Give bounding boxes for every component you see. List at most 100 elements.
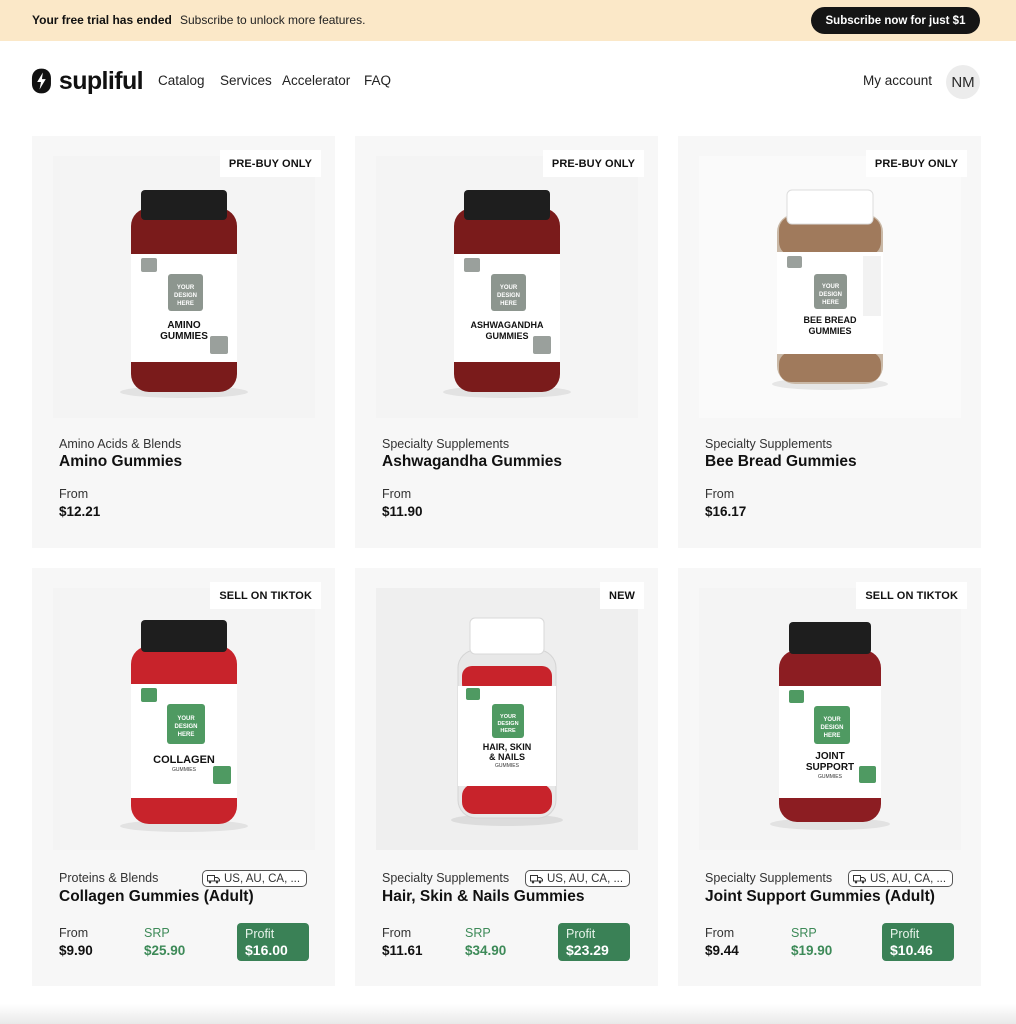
from-label: From [59, 926, 89, 940]
page-bottom-fade [0, 1004, 1016, 1024]
svg-text:YOUR: YOUR [823, 717, 841, 723]
product-category: Amino Acids & Blends [59, 437, 182, 451]
svg-text:DESIGN: DESIGN [820, 725, 843, 731]
profit-value: $16.00 [245, 942, 288, 958]
jar-label-line1: COLLAGEN [153, 754, 215, 766]
profit-value: $10.46 [890, 942, 933, 958]
product-image: YOUR DESIGN HERE JOINT SUPPORT GUMMIES [699, 588, 961, 850]
svg-text:DESIGN: DESIGN [174, 293, 197, 299]
svg-text:HERE: HERE [822, 300, 839, 306]
product-category: Specialty Supplements [382, 871, 510, 885]
product-badge: PRE-BUY ONLY [542, 150, 644, 177]
product-image: YOUR DESIGN HERE AMINO GUMMIES [53, 156, 315, 418]
product-name[interactable]: Collagen Gummies (Adult) [59, 888, 254, 906]
product-image: YOUR DESIGN HERE COLLAGEN GUMMIES [53, 588, 315, 850]
product-image: YOUR DESIGN HERE ASHWAGANDHA GUMMIES [376, 156, 638, 418]
svg-text:DESIGN: DESIGN [819, 292, 842, 298]
from-label: From [705, 926, 735, 940]
gummy-jar-icon: YOUR DESIGN HERE HAIR, SKIN & NAILS GUMM… [451, 617, 563, 826]
from-label: From [59, 487, 89, 501]
svg-text:YOUR: YOUR [177, 716, 195, 722]
product-category: Specialty Supplements [382, 437, 510, 451]
product-badge: NEW [600, 582, 644, 609]
profit-box: Profit $16.00 [237, 923, 309, 961]
svg-text:HERE: HERE [500, 301, 517, 307]
shipping-regions-text: US, AU, CA, ... [547, 872, 624, 885]
subscribe-button[interactable]: Subscribe now for just $1 [811, 7, 980, 34]
product-name[interactable]: Joint Support Gummies (Adult) [705, 888, 935, 906]
product-badge: PRE-BUY ONLY [219, 150, 321, 177]
trial-banner: Your free trial has ended Subscribe to u… [0, 0, 1016, 41]
svg-text:DESIGN: DESIGN [174, 724, 197, 730]
jar-label-line2: GUMMIES [160, 331, 208, 342]
nav-catalog[interactable]: Catalog [158, 73, 205, 88]
my-account-link[interactable]: My account [863, 73, 932, 88]
from-price: $11.90 [382, 504, 423, 519]
jar-label-line1: AMINO [167, 320, 201, 331]
product-name[interactable]: Bee Bread Gummies [705, 453, 857, 471]
svg-text:YOUR: YOUR [500, 714, 516, 720]
profit-label: Profit [890, 927, 920, 941]
from-label: From [705, 487, 735, 501]
srp-label: SRP [791, 926, 817, 940]
truck-icon [207, 874, 220, 883]
srp-price: $34.90 [465, 943, 507, 958]
product-card-ashwagandha-gummies[interactable]: YOUR DESIGN HERE ASHWAGANDHA GUMMIES PRE… [355, 136, 658, 548]
svg-text:HERE: HERE [178, 732, 195, 738]
from-price: $11.61 [382, 943, 423, 958]
svg-text:HERE: HERE [177, 301, 194, 307]
gummy-jar-icon: YOUR DESIGN HERE ASHWAGANDHA GUMMIES [443, 190, 571, 398]
profit-box: Profit $10.46 [882, 923, 954, 961]
from-label: From [382, 487, 412, 501]
product-category: Specialty Supplements [705, 871, 833, 885]
avatar[interactable]: NM [946, 65, 980, 99]
jar-label-line1: BEE BREAD [803, 315, 857, 325]
profit-label: Profit [245, 927, 275, 941]
svg-text:YOUR: YOUR [822, 284, 840, 290]
product-card-hair-skin-nails-gummies[interactable]: YOUR DESIGN HERE HAIR, SKIN & NAILS GUMM… [355, 568, 658, 986]
jar-label-line2: GUMMIES [172, 767, 197, 773]
product-badge: SELL ON TIKTOK [210, 582, 321, 609]
shipping-regions: US, AU, CA, ... [848, 870, 954, 887]
jar-label-line3: GUMMIES [495, 763, 520, 769]
profit-label: Profit [566, 927, 596, 941]
jar-label-line1: HAIR, SKIN [483, 742, 532, 752]
truck-icon [530, 874, 543, 883]
gummy-jar-icon: YOUR DESIGN HERE COLLAGEN GUMMIES [120, 620, 248, 832]
jar-label-line2: GUMMIES [808, 326, 851, 336]
product-badge: PRE-BUY ONLY [865, 150, 967, 177]
product-card-collagen-gummies[interactable]: YOUR DESIGN HERE COLLAGEN GUMMIES SELL O… [32, 568, 335, 986]
nav-faq[interactable]: FAQ [364, 73, 391, 88]
jar-label-line1: JOINT [815, 751, 844, 762]
brand-logo[interactable]: supliful [31, 66, 144, 96]
svg-text:DESIGN: DESIGN [497, 721, 518, 727]
trial-banner-subtitle: Subscribe to unlock more features. [180, 13, 366, 27]
svg-text:HERE: HERE [500, 728, 516, 734]
nav-services[interactable]: Services [220, 73, 272, 88]
gummy-jar-icon: YOUR DESIGN HERE BEE BREAD GUMMIES [772, 189, 888, 390]
shipping-regions: US, AU, CA, ... [202, 870, 308, 887]
product-badge: SELL ON TIKTOK [856, 582, 967, 609]
svg-text:HERE: HERE [824, 733, 841, 739]
shipping-regions: US, AU, CA, ... [525, 870, 631, 887]
shipping-regions-text: US, AU, CA, ... [224, 872, 301, 885]
from-price: $16.17 [705, 504, 747, 519]
product-card-amino-gummies[interactable]: YOUR DESIGN HERE AMINO GUMMIES PRE-BUY O… [32, 136, 335, 548]
from-price: $12.21 [59, 504, 101, 519]
product-name[interactable]: Hair, Skin & Nails Gummies [382, 888, 584, 906]
profit-value: $23.29 [566, 942, 609, 958]
product-name[interactable]: Amino Gummies [59, 453, 182, 471]
from-price: $9.90 [59, 943, 93, 958]
srp-label: SRP [465, 926, 491, 940]
product-image: YOUR DESIGN HERE BEE BREAD GUMMIES [699, 156, 961, 418]
profit-box: Profit $23.29 [558, 923, 630, 961]
product-name[interactable]: Ashwagandha Gummies [382, 453, 562, 471]
product-card-bee-bread-gummies[interactable]: YOUR DESIGN HERE BEE BREAD GUMMIES PRE-B… [678, 136, 981, 548]
product-category: Proteins & Blends [59, 871, 159, 885]
jar-label-line2: SUPPORT [806, 762, 854, 773]
gummy-jar-icon: YOUR DESIGN HERE AMINO GUMMIES [120, 190, 248, 398]
product-image: YOUR DESIGN HERE HAIR, SKIN & NAILS GUMM… [376, 588, 638, 850]
product-card-joint-support-gummies[interactable]: YOUR DESIGN HERE JOINT SUPPORT GUMMIES S… [678, 568, 981, 986]
nav-accelerator[interactable]: Accelerator [282, 73, 350, 88]
svg-text:YOUR: YOUR [500, 285, 518, 291]
